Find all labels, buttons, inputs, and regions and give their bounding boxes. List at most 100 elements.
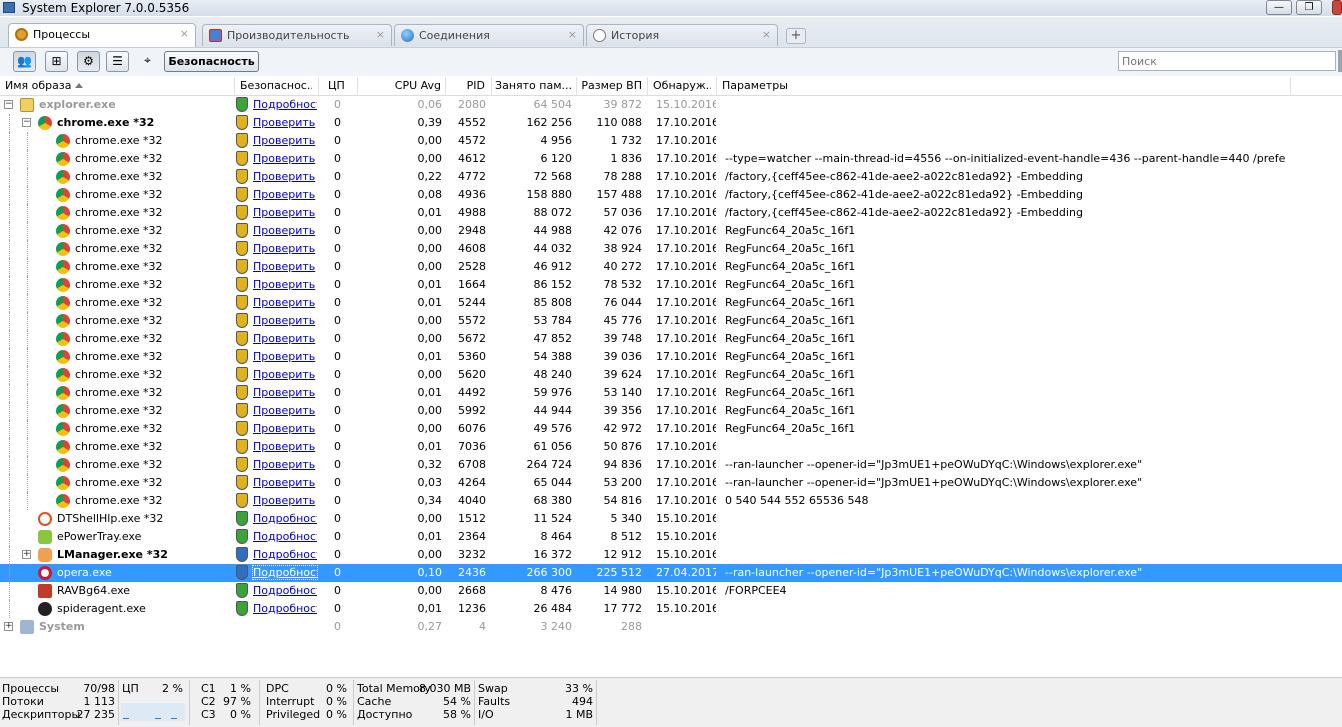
table-row[interactable]: RAVBg64.exe Подробности 0 0,00 2668 8 476 14 9… [0, 582, 1342, 600]
security-link[interactable]: Проверить [253, 422, 317, 435]
security-link[interactable]: Проверить [253, 170, 317, 183]
security-link[interactable]: Проверить [253, 350, 317, 363]
table-row[interactable]: chrome.exe *32 Проверить 0 0,00 5992 44 944 39… [0, 402, 1342, 420]
close-icon[interactable]: × [376, 28, 385, 41]
column-divider[interactable] [647, 77, 648, 95]
column-header-memory[interactable]: Занято пам... [494, 79, 572, 95]
security-link[interactable]: Проверить [253, 242, 317, 255]
tree-view-button[interactable]: ☰ [106, 51, 129, 72]
security-link[interactable]: Проверить [253, 296, 317, 309]
table-row[interactable]: + LManager.exe *32 Подробности 0 0,00 3232 16 … [0, 546, 1342, 564]
table-row[interactable]: + System 0 0,27 4 3 240 288 [0, 618, 1342, 636]
table-row[interactable]: opera.exe Подробности 0 0,10 2436 266 300 225 … [0, 564, 1342, 582]
collapse-icon[interactable]: − [4, 100, 13, 109]
column-header-vm-size[interactable]: Размер ВП [580, 79, 642, 95]
services-button[interactable]: ⚙ [77, 51, 100, 72]
column-header-params[interactable]: Параметры [722, 79, 922, 95]
table-row[interactable]: chrome.exe *32 Проверить 0 0,00 4608 44 032 38… [0, 240, 1342, 258]
table-row[interactable]: chrome.exe *32 Проверить 0 0,08 4936 158 880 1… [0, 186, 1342, 204]
table-row[interactable]: spideragent.exe Подробности 0 0,01 1236 26 48… [0, 600, 1342, 618]
table-row[interactable]: chrome.exe *32 Проверить 0 0,00 6076 49 576 42… [0, 420, 1342, 438]
table-row[interactable]: chrome.exe *32 Проверить 0 0,22 4772 72 568 78… [0, 168, 1342, 186]
column-header-cpu-avg[interactable]: CPU Avg [360, 79, 441, 95]
column-header-security[interactable]: Безопаснос... [240, 79, 312, 95]
security-link[interactable]: Проверить [253, 224, 317, 237]
table-row[interactable]: chrome.exe *32 Проверить 0 0,03 4264 65 044 53… [0, 474, 1342, 492]
table-row[interactable]: − chrome.exe *32 Проверить 0 0,39 4552 162 256… [0, 114, 1342, 132]
column-header-name[interactable]: Имя образа [5, 79, 230, 95]
security-link[interactable]: Проверить [253, 404, 317, 417]
security-link[interactable]: Подробности [253, 584, 317, 597]
close-button[interactable] [1332, 0, 1342, 15]
table-row[interactable]: − explorer.exe Подробности 0 0,06 2080 64 504 3… [0, 96, 1342, 114]
table-row[interactable]: chrome.exe *32 Проверить 0 0,01 1664 86 152 78… [0, 276, 1342, 294]
minimize-button[interactable]: — [1266, 0, 1292, 15]
security-link[interactable]: Подробности [253, 512, 317, 525]
column-divider[interactable] [318, 77, 319, 95]
search-input[interactable] [1118, 51, 1336, 71]
column-divider[interactable] [491, 77, 492, 95]
maximize-button[interactable]: ❐ [1296, 0, 1322, 15]
security-link[interactable]: Проверить [253, 440, 317, 453]
security-link[interactable]: Проверить [253, 188, 317, 201]
security-link[interactable]: Проверить [253, 206, 317, 219]
tab-processes[interactable]: Процессы × [8, 23, 196, 47]
target-button[interactable]: ⌖ [136, 51, 159, 72]
security-link[interactable]: Проверить [253, 458, 317, 471]
column-divider[interactable] [234, 77, 235, 95]
collapse-icon[interactable]: − [22, 118, 31, 127]
column-header-cpu[interactable]: ЦП [328, 79, 348, 95]
security-link[interactable]: Проверить [253, 368, 317, 381]
users-button[interactable]: 👥 [13, 51, 36, 72]
table-row[interactable]: chrome.exe *32 Проверить 0 0,00 2948 44 988 42… [0, 222, 1342, 240]
close-icon[interactable]: × [762, 28, 771, 41]
tab-history[interactable]: История × [586, 24, 778, 46]
security-link[interactable]: Проверить [253, 386, 317, 399]
security-link[interactable]: Проверить [253, 152, 317, 165]
table-row[interactable]: chrome.exe *32 Проверить 0 0,00 4612 6 120 1 8… [0, 150, 1342, 168]
column-divider[interactable] [1290, 77, 1291, 95]
expand-icon[interactable]: + [4, 622, 13, 631]
table-row[interactable]: chrome.exe *32 Проверить 0 0,34 4040 68 380 54… [0, 492, 1342, 510]
table-row[interactable]: chrome.exe *32 Проверить 0 0,00 5572 53 784 45… [0, 312, 1342, 330]
tab-connections[interactable]: Соединения × [394, 24, 584, 46]
table-row[interactable]: chrome.exe *32 Проверить 0 0,00 4572 4 956 1 7… [0, 132, 1342, 150]
table-row[interactable]: chrome.exe *32 Проверить 0 0,01 7036 61 056 50… [0, 438, 1342, 456]
table-row[interactable]: chrome.exe *32 Проверить 0 0,01 4492 59 976 53… [0, 384, 1342, 402]
column-divider[interactable] [716, 77, 717, 95]
column-divider[interactable] [576, 77, 577, 95]
column-divider[interactable] [445, 77, 446, 95]
security-link[interactable]: Проверить [253, 278, 317, 291]
table-row[interactable]: chrome.exe *32 Проверить 0 0,00 5620 48 240 39… [0, 366, 1342, 384]
security-link[interactable]: Проверить [253, 494, 317, 507]
table-row[interactable]: chrome.exe *32 Проверить 0 0,32 6708 264 724 9… [0, 456, 1342, 474]
security-link[interactable]: Проверить [253, 134, 317, 147]
close-icon[interactable]: × [568, 28, 577, 41]
close-icon[interactable]: × [180, 27, 189, 40]
security-button[interactable]: Безопасность [164, 51, 259, 72]
table-row[interactable]: chrome.exe *32 Проверить 0 0,01 5360 54 388 39… [0, 348, 1342, 366]
security-link[interactable]: Проверить [253, 332, 317, 345]
expand-icon[interactable]: + [22, 550, 31, 559]
tab-performance[interactable]: Производительность × [202, 24, 392, 46]
scrollbar[interactable] [1338, 50, 1342, 72]
add-tab-button[interactable]: + [786, 28, 806, 44]
table-row[interactable]: DTShellHlp.exe *32 Подробности 0 0,00 1512 11… [0, 510, 1342, 528]
column-header-pid[interactable]: PID [448, 79, 485, 95]
table-row[interactable]: chrome.exe *32 Проверить 0 0,00 5672 47 852 39… [0, 330, 1342, 348]
table-row[interactable]: chrome.exe *32 Проверить 0 0,01 5244 85 808 76… [0, 294, 1342, 312]
security-link[interactable]: Проверить [253, 476, 317, 489]
security-link[interactable]: Подробности [253, 98, 317, 111]
security-link[interactable]: Подробности [253, 530, 317, 543]
table-row[interactable]: ePowerTray.exe Подробности 0 0,01 2364 8 464 8… [0, 528, 1342, 546]
security-link[interactable]: Проверить [253, 260, 317, 273]
security-link[interactable]: Проверить [253, 116, 317, 129]
security-link[interactable]: Проверить [253, 314, 317, 327]
security-link[interactable]: Подробности [253, 602, 317, 615]
security-link[interactable]: Подробности [253, 548, 317, 561]
table-row[interactable]: chrome.exe *32 Проверить 0 0,01 4988 88 072 57… [0, 204, 1342, 222]
column-header-detected[interactable]: Обнаруж... [653, 79, 711, 95]
table-row[interactable]: chrome.exe *32 Проверить 0 0,00 2528 46 912 40… [0, 258, 1342, 276]
security-link[interactable]: Подробности [252, 565, 318, 580]
column-divider[interactable] [357, 77, 358, 95]
